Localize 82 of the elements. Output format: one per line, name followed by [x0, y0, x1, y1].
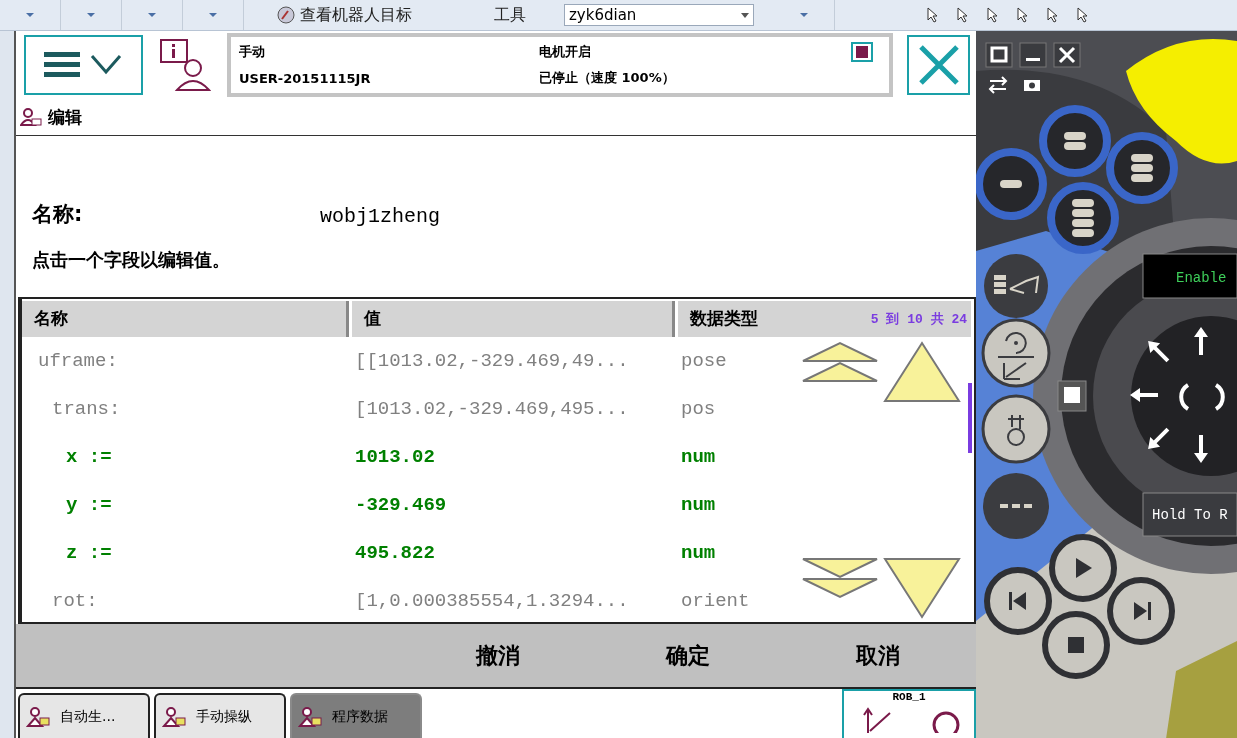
reorient-button[interactable] [981, 318, 1051, 388]
bars-button[interactable] [1039, 105, 1111, 177]
robot-arm-button[interactable] [984, 254, 1048, 318]
dropdown-arrow-icon[interactable] [86, 12, 96, 18]
data-type-cell-text: pos [681, 397, 717, 420]
arrow-icon [1194, 435, 1208, 463]
action-button[interactable]: 确定 [666, 634, 710, 677]
user-icon [298, 706, 322, 728]
user-icon [162, 706, 186, 728]
name-value[interactable]: wobj1zheng [320, 204, 441, 228]
motor-status-text: 电机开启 [539, 43, 592, 62]
user-icon [26, 706, 50, 728]
bars-button[interactable] [976, 148, 1047, 220]
minimize-button[interactable] [1019, 42, 1047, 68]
rotate-right-icon [1214, 383, 1225, 411]
column-header: 名称 [22, 300, 349, 337]
column-header: 数据类型 [690, 307, 758, 331]
name-label: 名称: [32, 200, 84, 228]
program-icon[interactable] [851, 42, 873, 63]
arrow-icon [1148, 427, 1170, 449]
bars-button[interactable] [1047, 182, 1119, 254]
tool-label: 工具 [494, 4, 527, 26]
arrow-icon [1148, 341, 1170, 363]
column-header: 值 [352, 300, 675, 337]
menu-button[interactable] [24, 35, 143, 96]
field-value-cell[interactable]: [[1013.02,-329.469,49... [355, 349, 681, 372]
data-type-cell-text: num [681, 493, 717, 516]
hint-text: 点击一个字段以编辑值。 [31, 247, 231, 272]
data-type-cell-text: num [681, 541, 717, 564]
enable-button[interactable]: Enable [1142, 253, 1237, 299]
robot-status-panel[interactable]: ROB_1 [842, 689, 976, 738]
scrollbar-thumb[interactable] [968, 382, 972, 453]
taskbar-tab[interactable]: 程序数据 [290, 693, 422, 738]
taskbar-tab[interactable]: 手动操纵 [154, 693, 286, 738]
device-icon[interactable] [1057, 380, 1087, 412]
maximize-button[interactable] [985, 42, 1013, 68]
close-button[interactable] [1053, 42, 1081, 68]
controller-name: USER-20151115JR [239, 70, 372, 86]
dropdown-arrow-icon[interactable] [799, 12, 809, 18]
dropdown-arrow-icon[interactable] [208, 12, 218, 18]
field-value-cell[interactable]: 1013.02 [355, 445, 681, 468]
action-button[interactable]: 撤消 [476, 634, 520, 677]
field-value-cell[interactable]: [1,0.000385554,1.3294... [355, 589, 681, 612]
camera-icon[interactable] [1024, 80, 1040, 91]
page-up-button[interactable] [800, 340, 880, 385]
field-name-cell[interactable]: uframe: [22, 349, 355, 372]
data-type-cell-text: pose [681, 349, 728, 372]
taskbar-tab[interactable]: 自动生... [18, 693, 150, 738]
user-edit-icon [20, 107, 42, 128]
hold-to-run-button[interactable]: Hold To R [1142, 492, 1237, 537]
page-title: 编辑 [48, 105, 82, 129]
dropdown-arrow-icon [741, 12, 749, 18]
field-name-cell[interactable]: z := [22, 541, 355, 564]
field-name-cell[interactable]: rot: [22, 589, 355, 612]
tool-dropdown[interactable]: zyk6dian [564, 4, 754, 26]
field-name-cell[interactable]: x := [22, 445, 355, 468]
page-down-button[interactable] [800, 556, 880, 601]
increment-button[interactable] [981, 394, 1051, 464]
run-state-text: 已停止（速度 100%） [539, 69, 676, 88]
dropdown-arrow-icon[interactable] [147, 12, 157, 18]
field-value-cell[interactable]: 495.822 [355, 541, 681, 564]
arrow-icon [1130, 388, 1158, 402]
field-value-cell[interactable]: -329.469 [355, 493, 681, 516]
scroll-down-button[interactable] [882, 556, 962, 619]
row-range-text: 5 到 10 共 24 [870, 310, 967, 328]
field-name-cell[interactable]: trans: [22, 397, 355, 420]
bars-button[interactable] [1106, 132, 1178, 204]
target-icon [276, 5, 296, 25]
dropdown-arrow-icon[interactable] [25, 12, 35, 18]
arrow-icon [1194, 327, 1208, 355]
scroll-up-button[interactable] [882, 340, 962, 403]
action-button[interactable]: 取消 [856, 634, 900, 677]
field-name-cell[interactable]: y := [22, 493, 355, 516]
field-value-cell[interactable]: [1013.02,-329.469,495... [355, 397, 681, 420]
rotate-left-icon [1179, 383, 1190, 411]
view-robot-target-button[interactable]: 查看机器人目标 [264, 4, 424, 26]
dashes-button[interactable] [983, 473, 1049, 539]
data-type-cell-text: num [681, 445, 717, 468]
mode-text: 手动 [239, 43, 266, 62]
robot-name: ROB_1 [892, 691, 926, 703]
swap-icon[interactable] [988, 76, 1008, 94]
data-type-cell-text: orient [681, 589, 751, 612]
